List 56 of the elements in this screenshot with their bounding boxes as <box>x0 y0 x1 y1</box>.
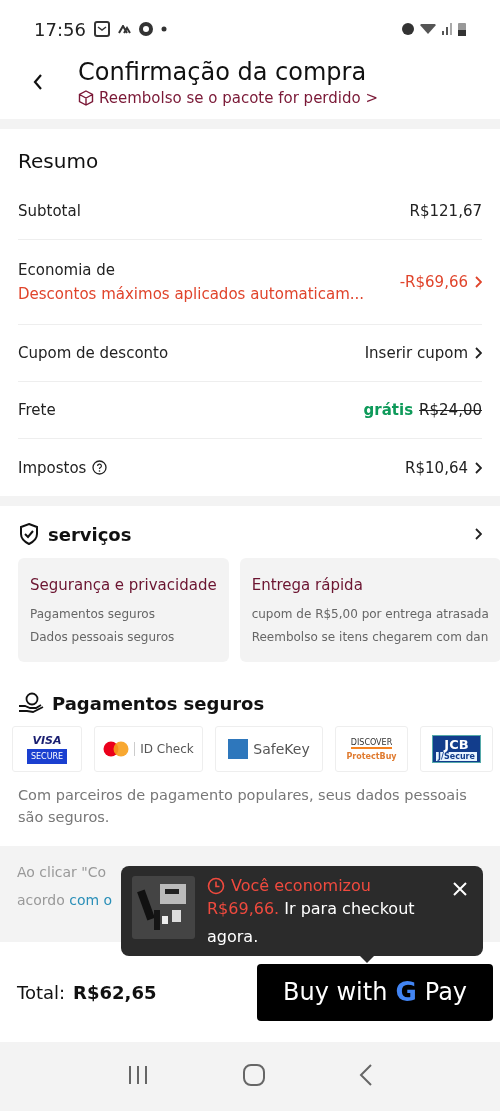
shield-check-icon <box>18 522 40 546</box>
browser-icon <box>138 22 153 36</box>
section-title: Pagamentos seguros <box>52 692 265 714</box>
discount-note: Descontos máximos aplicados automaticam... <box>18 285 365 303</box>
payment-note: Com parceiros de pagamento populares, seus dados pessoais são seguros. <box>18 786 468 827</box>
wifi-icon <box>420 24 436 34</box>
row-label: Impostos <box>18 458 87 477</box>
discover-protectbuy-logo: DISCOVER ProtectBuy <box>335 726 408 772</box>
row-value: Inserir cupom <box>364 344 468 362</box>
hand-coin-icon <box>18 692 44 714</box>
google-pay-button[interactable]: Buy with G Pay <box>257 963 493 1021</box>
legal-text: acordo com o <box>17 892 113 908</box>
original-price: R$24,00 <box>419 401 482 419</box>
card-title: Segurança e privacidade <box>30 576 217 594</box>
clock-icon <box>207 876 225 895</box>
row-label: Economia de <box>18 261 117 279</box>
section-title: Resumo <box>18 148 100 175</box>
legal-text: Ao clicar "Co <box>17 864 107 880</box>
row-value: R$10,64 <box>405 458 468 477</box>
row-label: Subtotal <box>18 202 81 220</box>
row-value: -R$69,66 <box>399 273 468 291</box>
status-time: 17:56 <box>34 18 86 40</box>
row-label: Frete <box>18 401 56 419</box>
page-title: Confirmação da compra <box>78 58 368 86</box>
mountain-icon <box>117 24 131 34</box>
card-line: Reembolso se itens chegarem com dan <box>251 630 489 644</box>
card-line: Pagamentos seguros <box>30 607 156 621</box>
summary-row[interactable]: Economia de Descontos máximos aplicados automaticam... -R$69,66 <box>18 240 482 325</box>
signal-icon <box>442 23 452 35</box>
refund-link[interactable]: Reembolso se o pacote for perdido > <box>78 89 378 107</box>
row-label: Cupom de desconto <box>18 344 169 362</box>
free-label: grátis <box>363 401 414 419</box>
section-title: serviços <box>48 523 132 545</box>
total-label: Total: <box>17 981 66 1003</box>
total-amount: R$62,65 <box>73 981 157 1003</box>
amex-safekey-logo: SafeKey <box>215 726 323 772</box>
tooltip-title: Você economizou <box>207 876 422 895</box>
tooltip-message: R$69,66. Ir para checkout agora. <box>207 898 416 948</box>
back-icon <box>32 73 44 91</box>
chevron-right-icon <box>474 528 482 540</box>
card-line: cupom de R$5,00 por entrega atrasada <box>251 607 489 621</box>
jcb-secure-logo: JCB J/Secure <box>420 726 493 772</box>
summary-row[interactable]: Impostos R$10,64 <box>18 439 482 496</box>
row-value: R$121,67 <box>409 202 482 220</box>
package-icon <box>78 90 94 106</box>
card-title: Entrega rápida <box>251 576 364 594</box>
mail-icon <box>93 21 110 37</box>
dot-icon <box>160 26 167 32</box>
help-icon[interactable] <box>92 460 108 475</box>
card-line: Dados pessoais seguros <box>30 630 176 644</box>
alarm-icon <box>402 23 414 35</box>
close-button[interactable] <box>451 880 469 898</box>
battery-icon <box>458 22 466 36</box>
summary-row[interactable]: Cupom de desconto Inserir cupom <box>18 325 482 382</box>
visa-secure-logo: VISA SECURE <box>12 726 82 772</box>
mastercard-id-check-logo: ID Check <box>94 726 203 772</box>
